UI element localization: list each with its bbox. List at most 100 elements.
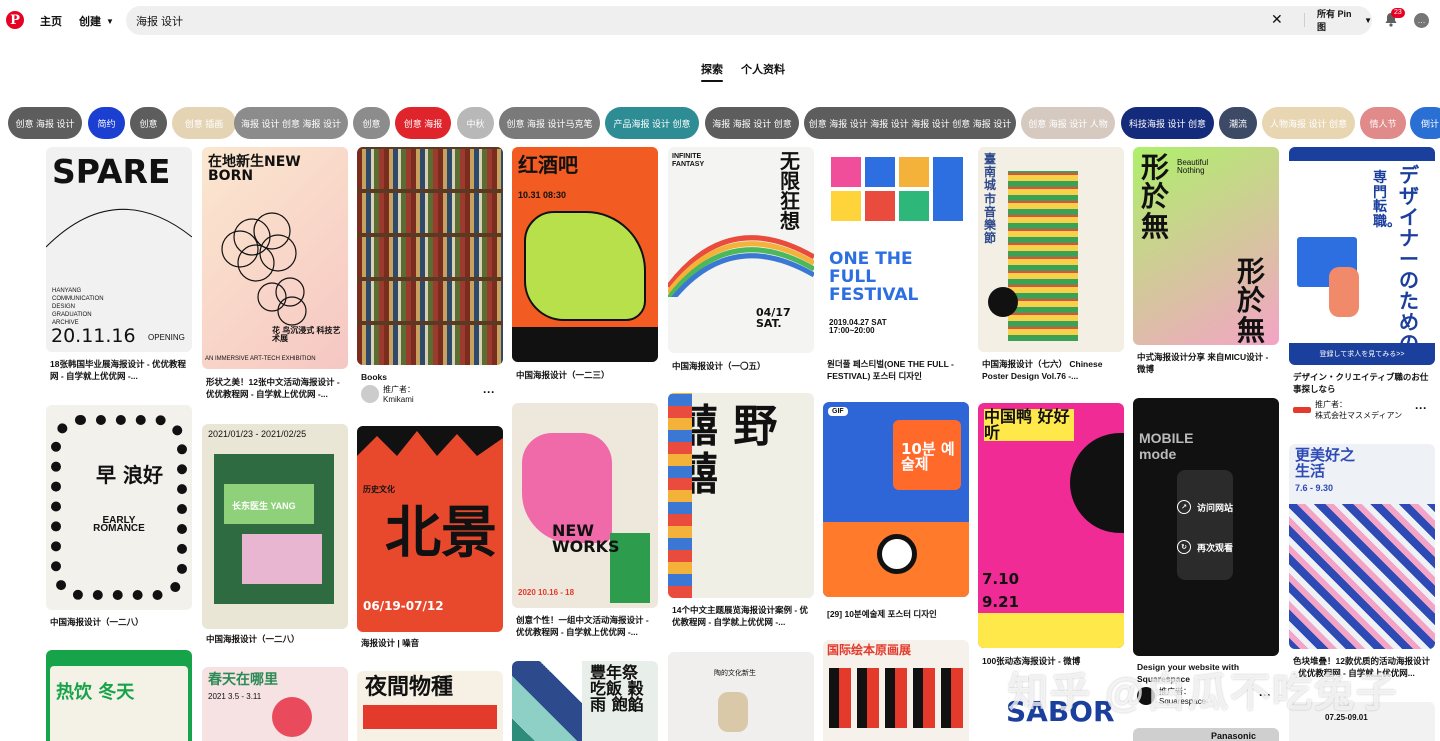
chip[interactable]: 倒计 <box>1410 107 1440 139</box>
pin-card[interactable]: 红酒吧 10.31 08:30 中国海报设计（一二三） <box>512 147 658 387</box>
pinterest-logo-icon[interactable]: P <box>6 11 24 29</box>
search-scope-dropdown[interactable]: 所有 Pin 图 ▼ <box>1304 9 1372 32</box>
pin-image[interactable]: GIF 10분 예술제 <box>823 402 969 597</box>
promoted-by[interactable]: 推广者： 株式会社マスメディアン <box>1293 399 1402 421</box>
pin-card[interactable]: 无限狂想 INFINITE FANTASY 04/17 SAT. 中国海报设计（… <box>668 147 814 379</box>
pin-card[interactable]: 陶的文化新生 <box>668 652 814 741</box>
chip[interactable]: 创意 <box>353 107 390 139</box>
pin-image[interactable]: 热饮 冬天 <box>46 650 192 741</box>
pin-image[interactable]: 更美好之生活 7.6 - 9.30 <box>1289 444 1435 649</box>
pin-image[interactable]: MOBILE mode ↗ 访问网站 ↻ 再次观看 <box>1133 398 1279 656</box>
chip[interactable]: 简约 <box>88 107 125 139</box>
more-options-icon[interactable]: ··· <box>1415 401 1427 415</box>
chip[interactable]: 创意 海报 设计 海报 设计 海报 设计 创意 海报 设计 <box>804 107 1016 139</box>
pin-image[interactable]: 臺南城市音樂節 <box>978 147 1124 352</box>
pin-card[interactable]: Panasonic <box>1133 728 1279 741</box>
pin-card[interactable]: 夜間物種 <box>357 671 503 741</box>
pin-card[interactable]: ONE THE FULL FESTIVAL 2019.04.27 SAT 17:… <box>823 147 969 387</box>
pin-image[interactable]: NEW WORKS 2020 10.16 - 18 <box>512 403 658 608</box>
chip[interactable]: 创意 <box>130 107 167 139</box>
chip[interactable]: 科技海报 设计 创意 <box>1121 107 1214 139</box>
nav-home-link[interactable]: 主页 <box>40 13 62 29</box>
pin-image[interactable]: 2021/01/23 - 2021/02/25 长东医生 YANG <box>202 424 348 629</box>
pin-image[interactable]: 红酒吧 10.31 08:30 <box>512 147 658 362</box>
pin-caption[interactable]: 14个中文主题展览海报设计案例 - 优优教程网 - 自学就上优优网 -... <box>672 604 810 628</box>
pin-image[interactable]: 囍 野 囍 <box>668 393 814 598</box>
pin-card[interactable]: 更美好之生活 7.6 - 9.30 色块堆叠！12款优质的活动海报设计 - 优优… <box>1289 444 1435 684</box>
pin-image[interactable]: 中国鸭 好好听 7.10 9.21 <box>978 403 1124 648</box>
pin-image[interactable]: 春天在哪里 2021 3.5 - 3.11 <box>202 667 348 741</box>
clear-search-icon[interactable]: ✕ <box>1271 11 1283 28</box>
roof-graphic <box>357 426 503 456</box>
visit-site-button[interactable]: ↗ 访问网站 <box>1177 500 1233 514</box>
pin-card[interactable]: 2021/01/23 - 2021/02/25 长东医生 YANG 中国海报设计… <box>202 424 348 650</box>
pin-card[interactable]: Books 推广者： Kmikami ··· <box>357 147 503 409</box>
pin-caption[interactable]: 海报设计 | 噪音 <box>361 637 499 649</box>
chip[interactable]: 产品海报 设计 创意 <box>605 107 699 139</box>
chip[interactable]: 潮流 <box>1219 107 1257 139</box>
chip[interactable]: 人物海报 设计 创意 <box>1262 107 1355 139</box>
cta-banner[interactable]: 登録して求人を見てみる>> <box>1289 343 1435 365</box>
pin-card[interactable]: 豐年祭 吃飯 穀雨 飽餡 <box>512 661 658 741</box>
pin-image[interactable]: デザイナーのための 専門転職。 登録して求人を見てみる>> <box>1289 147 1435 365</box>
pin-card[interactable]: 在地新生NEW BORN 花 鸟沉浸式 科技艺术展 AN IMMERSIVE A… <box>202 147 348 409</box>
pin-image[interactable]: 国际绘本原画展 <box>823 640 969 741</box>
chip[interactable]: 创意 海报 设计 <box>8 107 82 139</box>
messages-icon[interactable]: … <box>1414 13 1429 28</box>
pin-card[interactable]: NEW WORKS 2020 10.16 - 18 创意个性！一组中文活动海报设… <box>512 403 658 643</box>
pin-card[interactable]: GIF 10분 예술제 [29] 10분예술제 포스터 디자인 <box>823 402 969 628</box>
pin-caption[interactable]: 中式海报设计分享 来自MICU设计 - 微博 <box>1137 351 1275 375</box>
chip[interactable]: 海报 设计 创意 海报 设计 <box>234 107 348 139</box>
pin-card[interactable]: 春天在哪里 2021 3.5 - 3.11 <box>202 667 348 741</box>
pin-card[interactable]: デザイナーのための 専門転職。 登録して求人を見てみる>> デザイン・クリエイテ… <box>1289 147 1435 423</box>
pin-caption[interactable]: 18张韩国毕业展海报设计 - 优优教程网 - 自学就上优优网 -... <box>50 358 188 382</box>
pin-card[interactable]: 早 浪好 EARLY ROMANCE 中国海报设计（一二八） <box>46 405 192 633</box>
pin-image[interactable]: 北景 历史文化 06/19-07/12 <box>357 426 503 632</box>
pin-card[interactable]: 中国鸭 好好听 7.10 9.21 100张动态海报设计 - 微博 <box>978 403 1124 671</box>
pin-caption[interactable]: 中国海报设计（七六） Chinese Poster Design Vol.76 … <box>982 358 1120 382</box>
pin-caption[interactable]: デザイン・クリエイティブ職のお仕事探しなら <box>1293 371 1431 395</box>
chip[interactable]: 创意 海报 <box>395 107 451 139</box>
pin-image[interactable]: 无限狂想 INFINITE FANTASY 04/17 SAT. <box>668 147 814 353</box>
pin-caption[interactable]: 원더풀 페스티벌(ONE THE FULL - FESTIVAL) 포스터 디자… <box>827 358 965 382</box>
pin-card[interactable]: 北景 历史文化 06/19-07/12 海报设计 | 噪音 <box>357 426 503 654</box>
pin-card[interactable]: 热饮 冬天 <box>46 650 192 741</box>
pin-image[interactable]: ONE THE FULL FESTIVAL 2019.04.27 SAT 17:… <box>823 147 969 352</box>
pin-card[interactable]: 囍 野 囍 14个中文主题展览海报设计案例 - 优优教程网 - 自学就上优优网 … <box>668 393 814 633</box>
chip[interactable]: 创意 海报 设计马克笔 <box>499 107 600 139</box>
tab-profile[interactable]: 个人资料 <box>741 61 785 77</box>
pin-image[interactable]: SPARE HANYANG COMMUNICATION DESIGN GRADU… <box>46 147 192 352</box>
nav-create-menu[interactable]: 创建 ▼ <box>79 13 114 29</box>
pin-caption[interactable]: 中国海报设计（一二三） <box>516 369 654 381</box>
pin-image[interactable]: 早 浪好 EARLY ROMANCE <box>46 405 192 610</box>
tab-explore[interactable]: 探索 <box>701 61 723 82</box>
pin-image[interactable]: 在地新生NEW BORN 花 鸟沉浸式 科技艺术展 AN IMMERSIVE A… <box>202 147 348 369</box>
pin-image[interactable]: Panasonic <box>1133 728 1279 741</box>
more-options-icon[interactable]: ··· <box>483 385 495 399</box>
pin-caption[interactable]: 中国海报设计（一二八） <box>50 616 188 628</box>
pin-card[interactable]: 形於無 形於無 Beautiful Nothing 中式海报设计分享 来自MIC… <box>1133 147 1279 387</box>
pin-image[interactable] <box>357 147 503 365</box>
pin-card[interactable]: SPARE HANYANG COMMUNICATION DESIGN GRADU… <box>46 147 192 387</box>
chip[interactable]: 中秋 <box>457 107 494 139</box>
search-input[interactable] <box>136 12 1236 29</box>
chip[interactable]: 创意 插画 <box>172 107 236 139</box>
pin-image[interactable]: 形於無 形於無 Beautiful Nothing <box>1133 147 1279 345</box>
pin-caption[interactable]: Books <box>361 371 499 383</box>
pin-card[interactable]: 国际绘本原画展 <box>823 640 969 741</box>
pin-image[interactable]: 陶的文化新生 <box>668 652 814 741</box>
pin-image[interactable]: 夜間物種 <box>357 671 503 741</box>
pin-caption[interactable]: 中国海报设计（一二八） <box>206 633 344 645</box>
poster-date: 2019.04.27 SAT 17:00~20:00 <box>829 318 887 335</box>
pin-caption[interactable]: 创意个性！一组中文活动海报设计 - 优优教程网 - 自学就上优优网 -... <box>516 614 654 638</box>
chip[interactable]: 海报 海报 设计 创意 <box>705 107 799 139</box>
pin-image[interactable]: 豐年祭 吃飯 穀雨 飽餡 <box>512 661 658 741</box>
pin-card[interactable]: 臺南城市音樂節 中国海报设计（七六） Chinese Poster Design… <box>978 147 1124 387</box>
pin-caption[interactable]: [29] 10분예술제 포스터 디자인 <box>827 608 965 620</box>
chip[interactable]: 创意 海报 设计 人物 <box>1021 107 1115 139</box>
replay-button[interactable]: ↻ 再次观看 <box>1177 540 1233 554</box>
pin-caption[interactable]: 中国海报设计（一〇五） <box>672 360 810 372</box>
chip[interactable]: 情人节 <box>1360 107 1406 139</box>
promoted-by[interactable]: 推广者： Kmikami <box>361 384 415 404</box>
pin-caption[interactable]: 形状之美！12张中文活动海报设计 - 优优教程网 - 自学就上优优网 -... <box>206 376 344 400</box>
